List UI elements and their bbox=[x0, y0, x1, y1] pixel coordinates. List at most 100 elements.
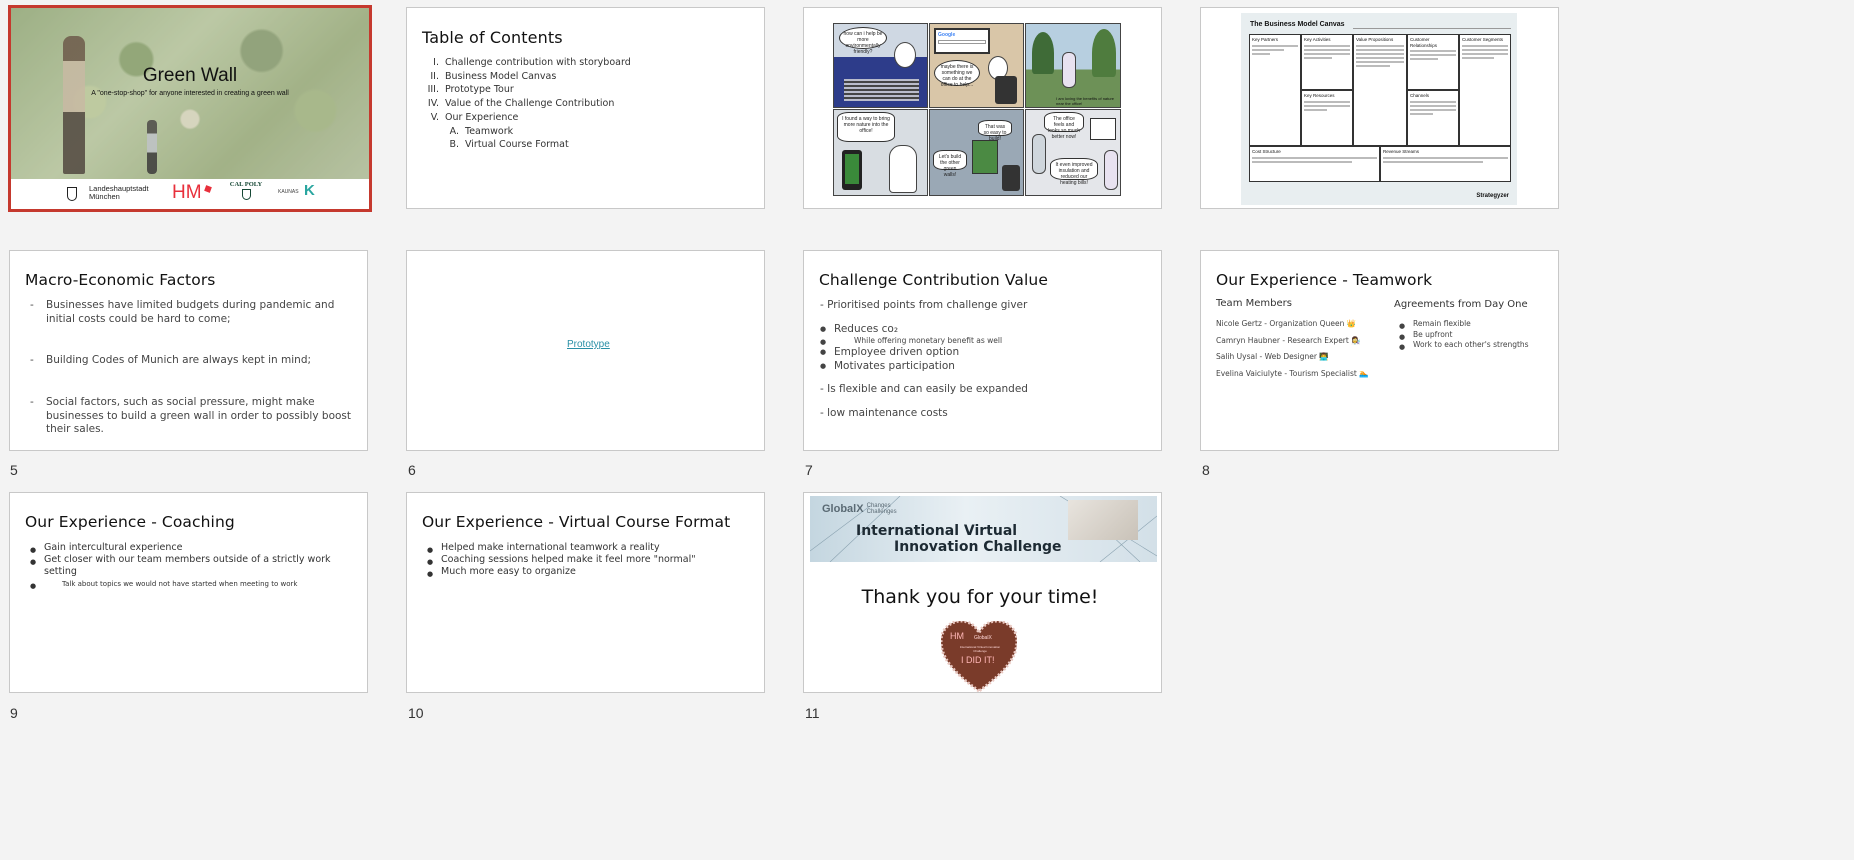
speech-bubble: That was so easy to build! bbox=[978, 120, 1012, 142]
toc-item: III. Prototype Tour bbox=[425, 83, 755, 97]
canvas-title: The Business Model Canvas bbox=[1250, 21, 1345, 28]
storyboard-panel-1: how can i help be more environmentally f… bbox=[833, 23, 928, 108]
toc-item: II. Business Model Canvas bbox=[425, 70, 755, 84]
slide-subtitle: A "one-stop-shop" for anyone interested … bbox=[91, 90, 289, 97]
slide-thumbnail-6[interactable]: Prototype bbox=[406, 250, 765, 451]
coaching-item: Get closer with our team members outside… bbox=[30, 554, 360, 578]
toc-text: Business Model Canvas bbox=[445, 70, 557, 82]
coaching-list: Gain intercultural experience Get closer… bbox=[30, 542, 360, 592]
hm-logo-text: HM bbox=[172, 182, 202, 203]
bmc-block-label: Key Activities bbox=[1304, 37, 1331, 42]
agreements-heading: Agreements from Day One bbox=[1394, 299, 1528, 310]
slide-thumbnail-11[interactable]: GlobalX Changes Challenges International… bbox=[803, 492, 1162, 693]
slide-title: Our Experience - Coaching bbox=[25, 513, 235, 531]
speech-bubble: how can i help be more environmentally f… bbox=[839, 27, 887, 55]
toc-marker: V. bbox=[430, 111, 439, 123]
value-content: - Prioritised points from challenge give… bbox=[820, 299, 1150, 421]
team-member: Camryn Haubner - Research Expert 👩‍🔬 bbox=[1216, 335, 1361, 345]
car-grille bbox=[844, 79, 919, 101]
heart-small-text: International Virtual Innovation Challen… bbox=[959, 645, 1001, 653]
woman-figure bbox=[894, 42, 916, 68]
bmc-block-label: Revenue Streams bbox=[1383, 149, 1420, 154]
calpoly-logo-text: CAL POLY bbox=[229, 181, 263, 188]
value-bullet: Employee driven option bbox=[820, 346, 1150, 360]
heart-i-did-it-text: I DID IT! bbox=[961, 655, 995, 665]
value-subbullet: While offering monetary benefit as well bbox=[820, 336, 1150, 347]
toc-text: Our Experience bbox=[445, 111, 519, 123]
factor-item: Social factors, such as social pressure,… bbox=[26, 396, 356, 437]
office-chair bbox=[1002, 165, 1020, 191]
slide-number-8: 8 bbox=[1202, 462, 1210, 478]
canvas-header-fields bbox=[1353, 21, 1511, 29]
bmc-cost-structure: Cost Structure bbox=[1249, 146, 1380, 182]
slide-thumbnail-9[interactable]: Our Experience - Coaching Gain intercult… bbox=[9, 492, 368, 693]
search-engine-logo: Google bbox=[938, 32, 956, 38]
toc-marker: II. bbox=[430, 70, 439, 82]
team-members-list: Nicole Gertz - Organization Queen 👑 Camr… bbox=[1216, 316, 1369, 382]
storyboard-panel-3: I am loving the benefits of nature near … bbox=[1025, 23, 1121, 108]
value-line: - Prioritised points from challenge give… bbox=[820, 299, 1028, 311]
bmc-block-label: Key Partners bbox=[1252, 37, 1279, 42]
toc-list: I. Challenge contribution with storyboard… bbox=[425, 56, 755, 152]
globalx-tag-challenges: Challenges bbox=[866, 509, 897, 515]
banner-line-1: International Virtual bbox=[856, 523, 1018, 539]
slide-title: Our Experience - Virtual Course Format bbox=[422, 513, 731, 531]
kaunas-logo: KAUNAS K bbox=[278, 182, 315, 199]
green-wall-screen bbox=[972, 140, 998, 174]
slide-thumbnail-4[interactable]: The Business Model Canvas Key Partners K… bbox=[1200, 7, 1559, 209]
munich-logo-text: Landeshauptstadt München bbox=[89, 184, 149, 201]
toc-marker: A. bbox=[449, 125, 459, 137]
slide-thumbnail-1[interactable]: Green Wall A "one-stop-shop" for anyone … bbox=[8, 5, 372, 212]
slide-number-5: 5 bbox=[10, 462, 18, 478]
bmc-block-label: Key Resources bbox=[1304, 93, 1335, 98]
value-bullet: Reduces co₂ bbox=[820, 323, 1150, 337]
banner-line-2: Innovation Challenge bbox=[894, 539, 1062, 555]
search-bar bbox=[938, 40, 986, 44]
speech-bubble: The office feels and looks so much bette… bbox=[1044, 112, 1084, 140]
slide-number-7: 7 bbox=[805, 462, 813, 478]
woman-figure bbox=[889, 145, 917, 193]
storyboard-panel-4: I found a way to bring more nature into … bbox=[833, 109, 928, 196]
toc-text: Virtual Course Format bbox=[465, 139, 569, 151]
slide-thumbnail-5[interactable]: Macro-Economic Factors Businesses have l… bbox=[9, 250, 368, 451]
toc-subitem: B. Virtual Course Format bbox=[425, 138, 755, 152]
virtual-format-item: Helped make international teamwork a rea… bbox=[427, 542, 757, 556]
coaching-subitem: Talk about topics we would not have star… bbox=[30, 578, 360, 592]
toc-text: Teamwork bbox=[465, 125, 514, 137]
slide-thumbnail-7[interactable]: Challenge Contribution Value - Prioritis… bbox=[803, 250, 1162, 451]
slide-thumbnail-3[interactable]: how can i help be more environmentally f… bbox=[803, 7, 1162, 209]
bmc-key-activities: Key Activities bbox=[1301, 34, 1353, 90]
virtual-format-item: Much more easy to organize bbox=[427, 566, 757, 580]
slide-thumbnail-2[interactable]: Table of Contents I. Challenge contributi… bbox=[406, 7, 765, 209]
virtual-format-item: Coaching sessions helped make it feel mo… bbox=[427, 554, 757, 568]
agreement-item: Work to each other's strengths bbox=[1399, 340, 1529, 352]
kaunas-logo-text: KAUNAS bbox=[278, 189, 299, 195]
thank-you-text: Thank you for your time! bbox=[861, 586, 1099, 608]
man-figure bbox=[1032, 134, 1046, 174]
slide-title: Challenge Contribution Value bbox=[819, 271, 1048, 289]
strategyzer-logo: Strategyzer bbox=[1476, 193, 1509, 199]
prototype-link[interactable]: Prototype bbox=[567, 339, 610, 350]
storyboard-panel-5: That was so easy to build! Let's build t… bbox=[929, 109, 1024, 196]
hm-logo-mark bbox=[203, 185, 212, 193]
agreements-list: Remain flexible Be upfront Work to each … bbox=[1399, 319, 1529, 352]
heart-hm-text: HM bbox=[950, 631, 964, 641]
tree bbox=[1092, 29, 1116, 77]
slide-number-9: 9 bbox=[10, 705, 18, 721]
toc-marker: III. bbox=[427, 84, 439, 96]
bmc-channels: Channels bbox=[1407, 90, 1459, 146]
chart-board bbox=[1090, 118, 1116, 140]
bmc-value-propositions: Value Propositions bbox=[1353, 34, 1407, 146]
slide-thumbnail-10[interactable]: Our Experience - Virtual Course Format H… bbox=[406, 492, 765, 693]
business-model-canvas: The Business Model Canvas Key Partners K… bbox=[1241, 13, 1517, 205]
team-member: Evelina Vaiciulyte - Tourism Specialist … bbox=[1216, 368, 1369, 378]
toc-item: V. Our Experience bbox=[425, 111, 755, 125]
slide-thumbnail-8[interactable]: Our Experience - Teamwork Team Members N… bbox=[1200, 250, 1559, 451]
virtual-format-list: Helped make international teamwork a rea… bbox=[427, 542, 757, 580]
office-photo bbox=[1068, 500, 1138, 540]
challenge-banner: GlobalX Changes Challenges International… bbox=[810, 496, 1157, 562]
value-line: - Is flexible and can easily be expanded bbox=[820, 383, 1028, 396]
speech-bubble: I found a way to bring more nature into … bbox=[837, 112, 895, 142]
slide-title: Green Wall bbox=[142, 65, 238, 86]
woman-figure bbox=[1062, 52, 1076, 88]
